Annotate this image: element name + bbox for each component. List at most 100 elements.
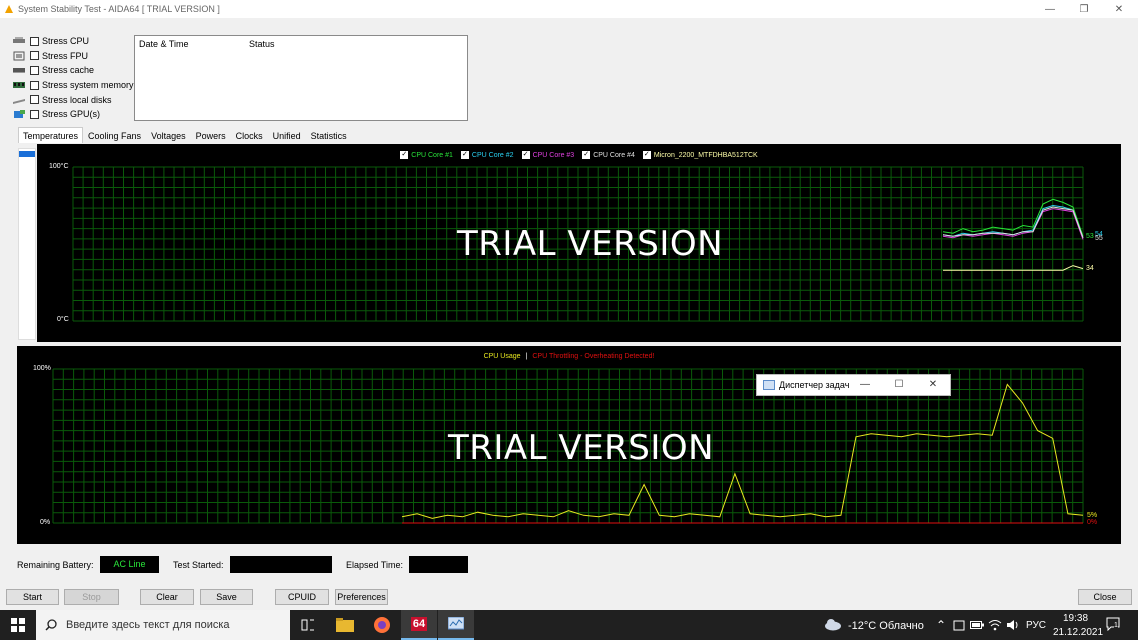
temp-trial-watermark: TRIAL VERSION bbox=[457, 224, 724, 264]
stress-memory-option[interactable]: Stress system memory bbox=[12, 78, 134, 93]
usage-trial-watermark: TRIAL VERSION bbox=[448, 428, 715, 468]
taskbar-search-box[interactable]: Введите здесь текст для поиска bbox=[36, 610, 290, 640]
stress-fpu-label: Stress FPU bbox=[42, 50, 89, 61]
stress-gpu-checkbox[interactable] bbox=[30, 109, 39, 119]
temp-value-label-c: 55 bbox=[1095, 235, 1103, 242]
stress-disks-option[interactable]: Stress local disks bbox=[12, 92, 134, 107]
clock-date[interactable]: 21.12.2021 bbox=[1053, 627, 1103, 638]
stress-gpu-label: Stress GPU(s) bbox=[42, 109, 101, 120]
weather-text[interactable]: -12°C Облачно bbox=[848, 620, 924, 632]
status-row: Remaining Battery: AC Line Test Started:… bbox=[0, 556, 1138, 574]
gpu-icon bbox=[14, 110, 25, 119]
task-manager-title: Диспетчер задач bbox=[779, 380, 850, 390]
stress-cpu-option[interactable]: Stress CPU bbox=[12, 34, 134, 49]
close-window-button[interactable]: ✕ bbox=[1101, 0, 1137, 18]
tab-voltages[interactable]: Voltages bbox=[146, 127, 191, 143]
stress-cpu-checkbox[interactable] bbox=[30, 36, 39, 46]
tray-device-icon[interactable] bbox=[953, 620, 965, 631]
notification-center-button[interactable]: 1 bbox=[1106, 617, 1120, 632]
task-manager-window[interactable]: Диспетчер задач — ☐ ✕ bbox=[756, 374, 951, 396]
log-header: Date & Time Status bbox=[135, 36, 467, 52]
minimize-button[interactable]: — bbox=[1032, 0, 1068, 18]
stress-memory-checkbox[interactable] bbox=[30, 80, 39, 90]
task-manager-minimize-button[interactable]: — bbox=[850, 375, 880, 395]
tab-unified[interactable]: Unified bbox=[268, 127, 306, 143]
preferences-button[interactable]: Preferences bbox=[335, 589, 388, 605]
save-button[interactable]: Save bbox=[200, 589, 253, 605]
battery-icon[interactable] bbox=[970, 621, 984, 629]
usage-value-label: 5% bbox=[1087, 512, 1098, 519]
start-menu-button[interactable] bbox=[0, 610, 36, 640]
status-log-table[interactable]: Date & Time Status bbox=[134, 35, 468, 121]
cache-icon bbox=[13, 68, 25, 74]
task-manager-icon bbox=[763, 380, 775, 390]
clear-button[interactable]: Clear bbox=[140, 589, 194, 605]
fpu-icon bbox=[13, 51, 25, 61]
folder-icon bbox=[336, 618, 354, 632]
stress-options: Stress CPU Stress FPU Stress cache Stres… bbox=[12, 34, 134, 122]
stress-cache-label: Stress cache bbox=[42, 65, 95, 76]
tray-chevron-icon[interactable]: ⌃ bbox=[936, 618, 946, 632]
battery-value: AC Line bbox=[100, 556, 159, 573]
stress-cpu-label: Stress CPU bbox=[42, 36, 90, 47]
stress-fpu-checkbox[interactable] bbox=[30, 51, 39, 61]
stress-disks-checkbox[interactable] bbox=[30, 95, 39, 105]
task-view-icon bbox=[301, 619, 314, 631]
battery-label: Remaining Battery: bbox=[17, 560, 94, 570]
stress-memory-label: Stress system memory bbox=[42, 80, 134, 91]
graph-tabs: Temperatures Cooling Fans Voltages Power… bbox=[18, 127, 352, 143]
taskbar-task-manager[interactable] bbox=[438, 610, 474, 640]
sensor-list-scrollbar[interactable] bbox=[18, 148, 36, 340]
firefox-icon bbox=[374, 617, 390, 633]
tab-powers[interactable]: Powers bbox=[191, 127, 231, 143]
test-started-value bbox=[230, 556, 332, 573]
cpu-usage-chart: CPU Usage | CPU Throttling - Overheating… bbox=[17, 346, 1121, 544]
stop-button[interactable]: Stop bbox=[64, 589, 119, 605]
temp-value-label-a: 53 bbox=[1086, 233, 1094, 240]
elapsed-time-label: Elapsed Time: bbox=[346, 560, 404, 570]
stress-gpu-option[interactable]: Stress GPU(s) bbox=[12, 107, 134, 122]
tab-cooling-fans[interactable]: Cooling Fans bbox=[83, 127, 146, 143]
wifi-icon[interactable] bbox=[988, 619, 1002, 631]
tab-clocks[interactable]: Clocks bbox=[231, 127, 268, 143]
search-placeholder: Введите здесь текст для поиска bbox=[66, 619, 230, 631]
maximize-button[interactable]: ❐ bbox=[1066, 0, 1102, 18]
throttle-value-label: 0% bbox=[1087, 519, 1098, 526]
temp-value-label-disk: 34 bbox=[1086, 265, 1094, 272]
aida64-app-icon bbox=[5, 5, 13, 13]
task-manager-maximize-button[interactable]: ☐ bbox=[884, 375, 914, 395]
volume-icon[interactable] bbox=[1006, 619, 1020, 631]
memory-icon bbox=[13, 82, 25, 89]
window-title: System Stability Test - AIDA64 [ TRIAL V… bbox=[18, 4, 220, 14]
aida64-icon: 64 bbox=[410, 617, 428, 631]
windows-taskbar: Введите здесь текст для поиска 64 -12°C … bbox=[0, 610, 1138, 640]
cpuid-button[interactable]: CPUID bbox=[275, 589, 329, 605]
disk-icon bbox=[13, 98, 25, 104]
temperature-chart: ✓ CPU Core #1 ✓ CPU Core #2 ✓ CPU Core #3 ✓… bbox=[37, 144, 1121, 342]
clock-time[interactable]: 19:38 bbox=[1063, 613, 1088, 624]
notification-count: 1 bbox=[1114, 622, 1118, 629]
scroll-thumb[interactable] bbox=[19, 151, 35, 157]
log-column-datetime[interactable]: Date & Time bbox=[139, 39, 249, 49]
tab-statistics[interactable]: Statistics bbox=[306, 127, 352, 143]
series-core1-line bbox=[942, 198, 1084, 237]
stress-fpu-option[interactable]: Stress FPU bbox=[12, 49, 134, 64]
stress-cache-checkbox[interactable] bbox=[30, 65, 39, 75]
elapsed-time-value bbox=[409, 556, 468, 573]
log-column-status[interactable]: Status bbox=[249, 39, 275, 49]
windows-logo-icon bbox=[11, 618, 25, 632]
taskbar-firefox[interactable] bbox=[364, 610, 400, 640]
language-indicator[interactable]: РУС bbox=[1026, 620, 1046, 631]
taskbar-aida64[interactable]: 64 bbox=[401, 610, 437, 640]
task-view-button[interactable] bbox=[290, 610, 326, 640]
start-button[interactable]: Start bbox=[6, 589, 59, 605]
task-manager-icon bbox=[448, 617, 464, 630]
close-button[interactable]: Close bbox=[1078, 589, 1132, 605]
stress-cache-option[interactable]: Stress cache bbox=[12, 63, 134, 78]
cpu-icon bbox=[13, 37, 25, 44]
tab-temperatures[interactable]: Temperatures bbox=[18, 127, 84, 143]
stress-disks-label: Stress local disks bbox=[42, 94, 112, 105]
task-manager-close-button[interactable]: ✕ bbox=[918, 375, 948, 395]
test-started-label: Test Started: bbox=[173, 560, 224, 570]
taskbar-explorer[interactable] bbox=[327, 610, 363, 640]
